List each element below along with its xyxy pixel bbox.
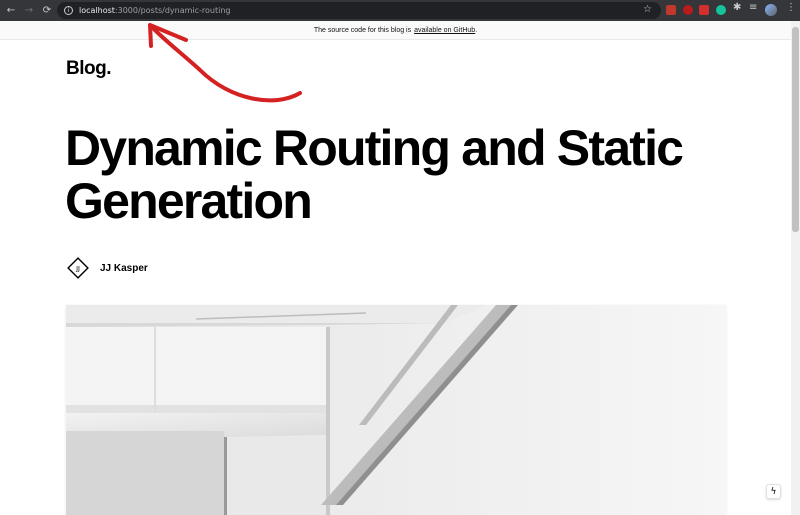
browser-menu-icon[interactable]: ⋮ [786, 2, 796, 13]
scrollbar-thumb[interactable] [792, 27, 799, 232]
github-link[interactable]: available on GitHub [414, 27, 475, 34]
address-bar[interactable]: i localhost:3000/posts/dynamic-routing ☆ [57, 2, 661, 19]
banner-suffix: . [475, 26, 478, 34]
url-host: localhost [79, 6, 115, 15]
banner-text: The source code for this blog is [313, 26, 412, 34]
post-title: Dynamic Routing and Static Generation [65, 122, 765, 228]
extension-icon-1[interactable] [666, 5, 676, 15]
profile-avatar[interactable] [765, 4, 777, 16]
extension-icon-2[interactable] [683, 5, 693, 15]
reload-button[interactable]: ⟳ [40, 4, 54, 18]
media-control-icon[interactable]: ≡ [749, 2, 759, 13]
post-title-line-2: Generation [65, 173, 313, 229]
author-name: JJ Kasper [100, 262, 148, 274]
source-code-banner: The source code for this blog is availab… [0, 21, 791, 40]
extensions-puzzle-icon[interactable]: ✱ [733, 2, 743, 13]
url-path: :3000/posts/dynamic-routing [114, 6, 231, 15]
site-info-icon[interactable]: i [64, 6, 73, 15]
url-text[interactable]: localhost:3000/posts/dynamic-routing [79, 6, 230, 15]
extension-icon-3[interactable] [699, 5, 709, 15]
back-button[interactable]: ← [4, 4, 18, 18]
bookmark-star-icon[interactable]: ☆ [643, 4, 652, 15]
post-title-line-1: Dynamic Routing and Static [65, 120, 684, 176]
browser-toolbar: ← → ⟳ i localhost:3000/posts/dynamic-rou… [0, 0, 800, 21]
blog-logo-link[interactable]: Blog. [66, 58, 112, 80]
grammarly-extension-icon[interactable] [716, 5, 726, 15]
forward-button[interactable]: → [22, 4, 36, 18]
cover-image [66, 305, 726, 515]
author-block: JJ JJ Kasper [66, 256, 148, 280]
author-avatar: JJ [66, 256, 90, 280]
page-scrollbar[interactable] [791, 21, 800, 515]
bolt-icon[interactable]: ϟ [766, 484, 781, 499]
avatar-initials: JJ [75, 265, 80, 273]
